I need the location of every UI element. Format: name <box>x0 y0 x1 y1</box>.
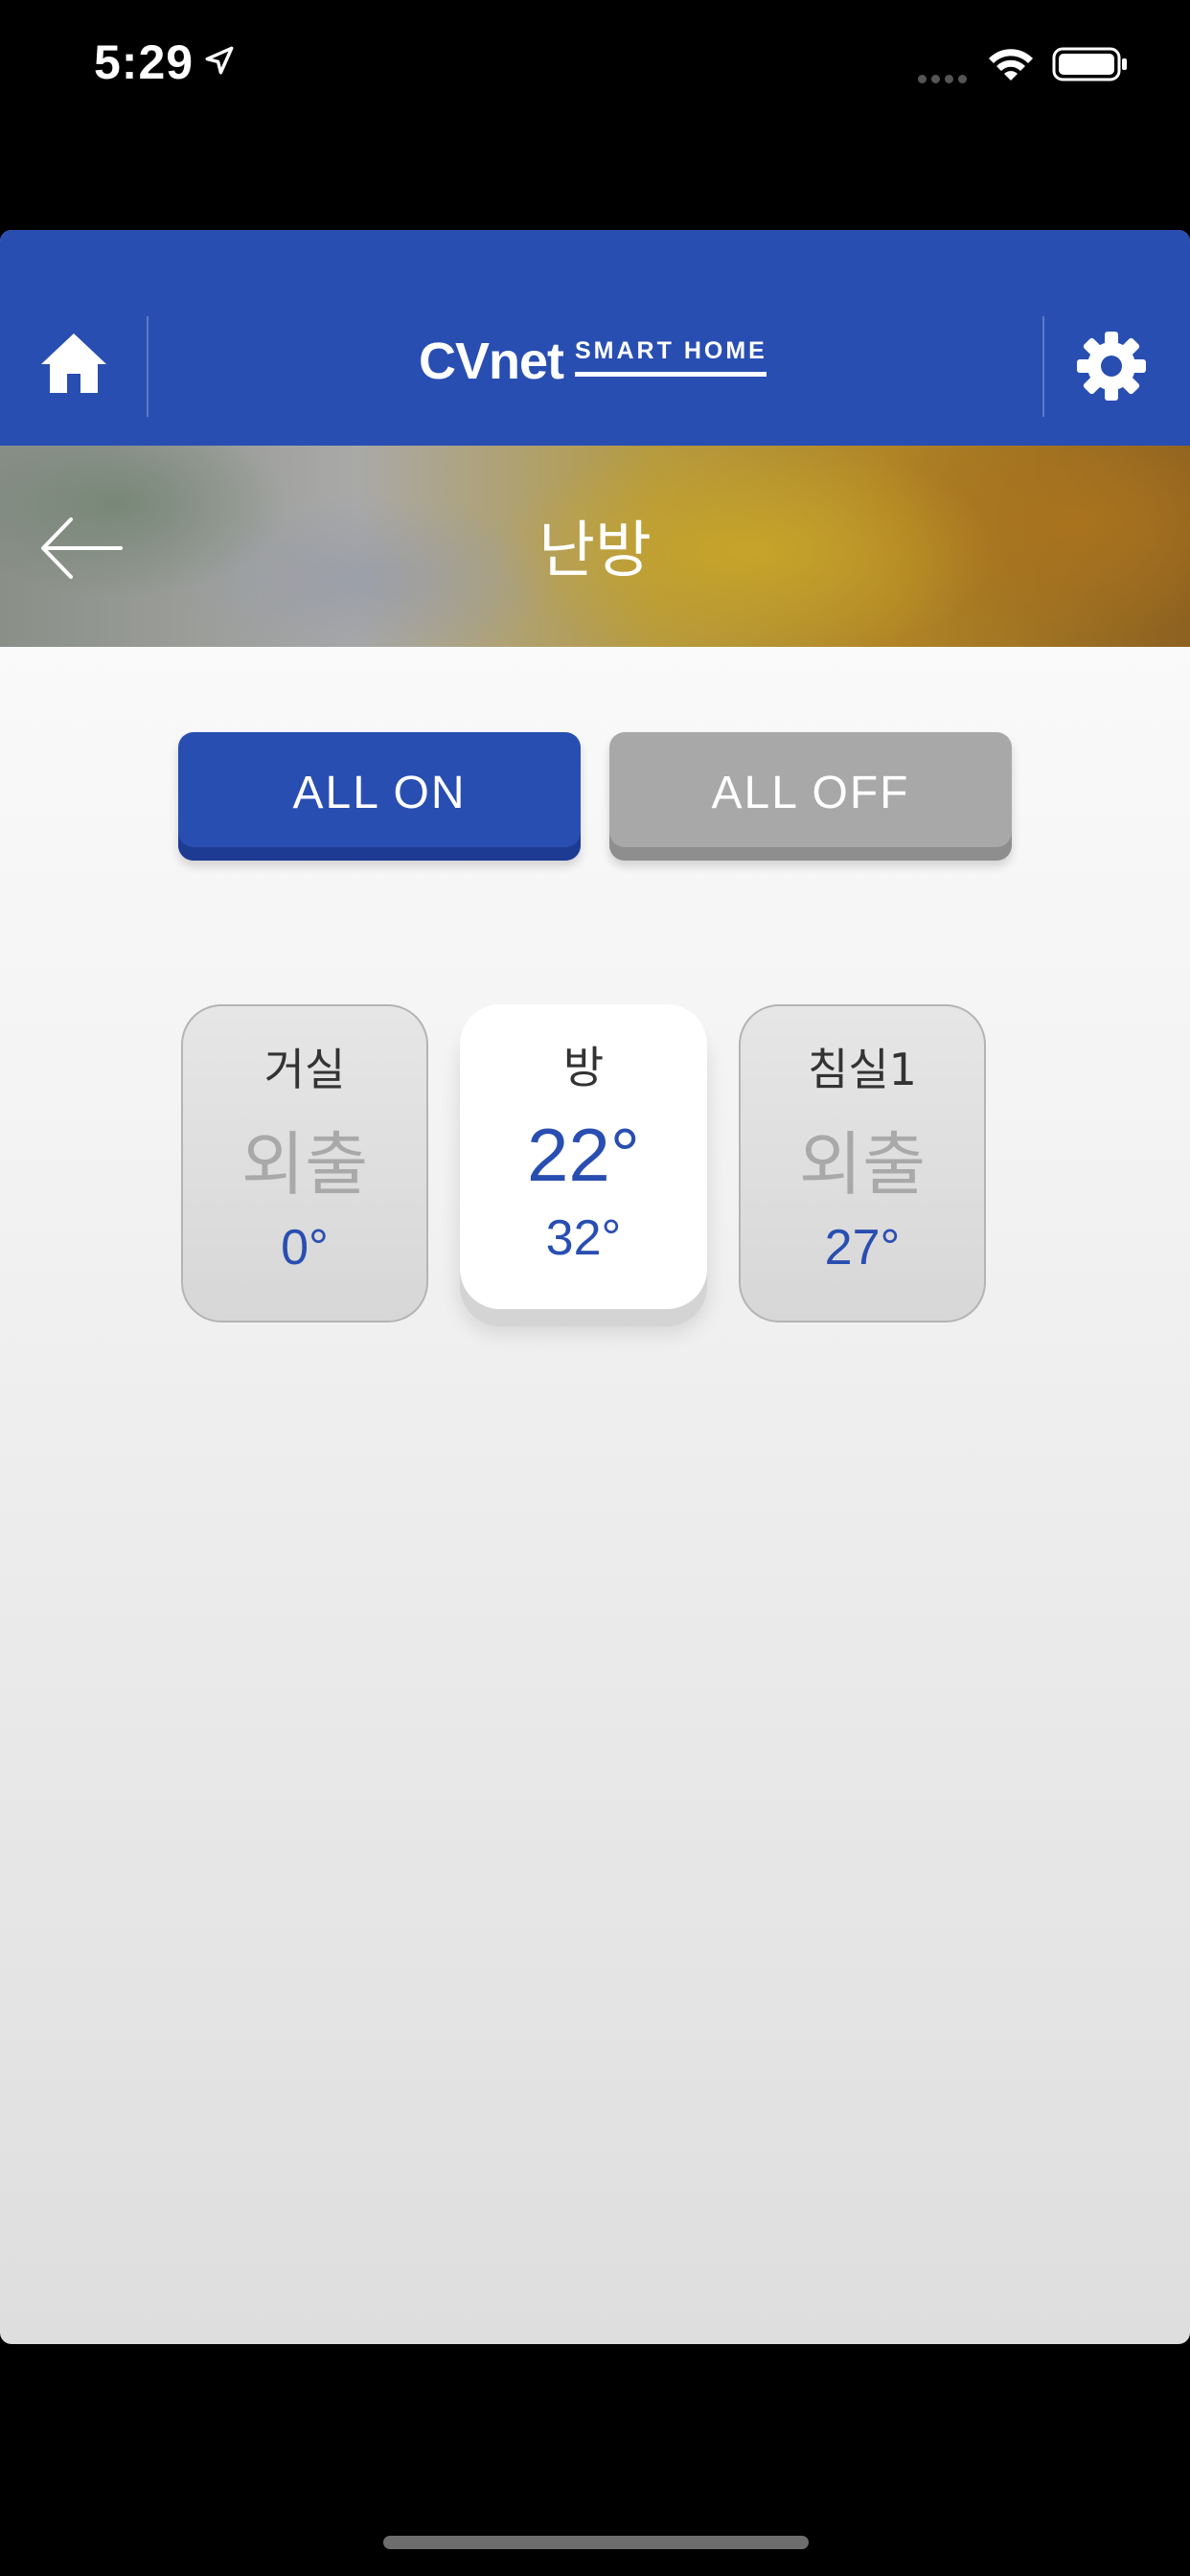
logo-sub-text: SMART HOME <box>575 337 767 364</box>
room-current-temp: 0° <box>281 1220 329 1276</box>
app-header: CVnet SMART HOME <box>0 230 1190 446</box>
logo-main-text: CVnet <box>419 333 564 390</box>
header-divider <box>147 316 149 417</box>
room-name: 방 <box>562 1042 605 1093</box>
room-mode: 외출 <box>240 1124 369 1205</box>
status-bar: 5:29 <box>0 0 1190 126</box>
room-current-temp: 32° <box>545 1210 622 1266</box>
room-card-living[interactable]: 거실 외출 0° <box>181 1004 428 1322</box>
logo-underline <box>575 372 767 377</box>
battery-icon <box>1052 47 1127 81</box>
location-arrow-icon <box>205 46 234 75</box>
gear-icon[interactable] <box>1075 330 1148 402</box>
title-banner: 난방 <box>0 446 1190 647</box>
wifi-icon <box>989 49 1033 80</box>
room-mode: 외출 <box>798 1124 927 1205</box>
room-name: 거실 <box>263 1044 346 1095</box>
cellular-signal-icon <box>918 69 973 83</box>
status-time: 5:29 <box>94 35 195 89</box>
all-on-button[interactable]: ALL ON <box>178 732 581 861</box>
room-set-temp: 22° <box>527 1113 640 1197</box>
all-off-button[interactable]: ALL OFF <box>609 732 1012 861</box>
home-indicator[interactable] <box>383 2536 809 2549</box>
app-container: CVnet SMART HOME 난방 ALL ON ALL OFF 거실 외출… <box>0 230 1190 2344</box>
cvnet-logo: CVnet SMART HOME <box>419 332 802 399</box>
header-divider <box>1042 316 1044 417</box>
page-title: 난방 <box>538 516 652 586</box>
room-card-room[interactable]: 방 22° 32° <box>460 1004 707 1309</box>
room-current-temp: 27° <box>824 1220 901 1276</box>
home-icon[interactable] <box>38 330 109 397</box>
room-card-bedroom1[interactable]: 침실1 외출 27° <box>739 1004 986 1322</box>
room-name: 침실1 <box>808 1044 917 1095</box>
